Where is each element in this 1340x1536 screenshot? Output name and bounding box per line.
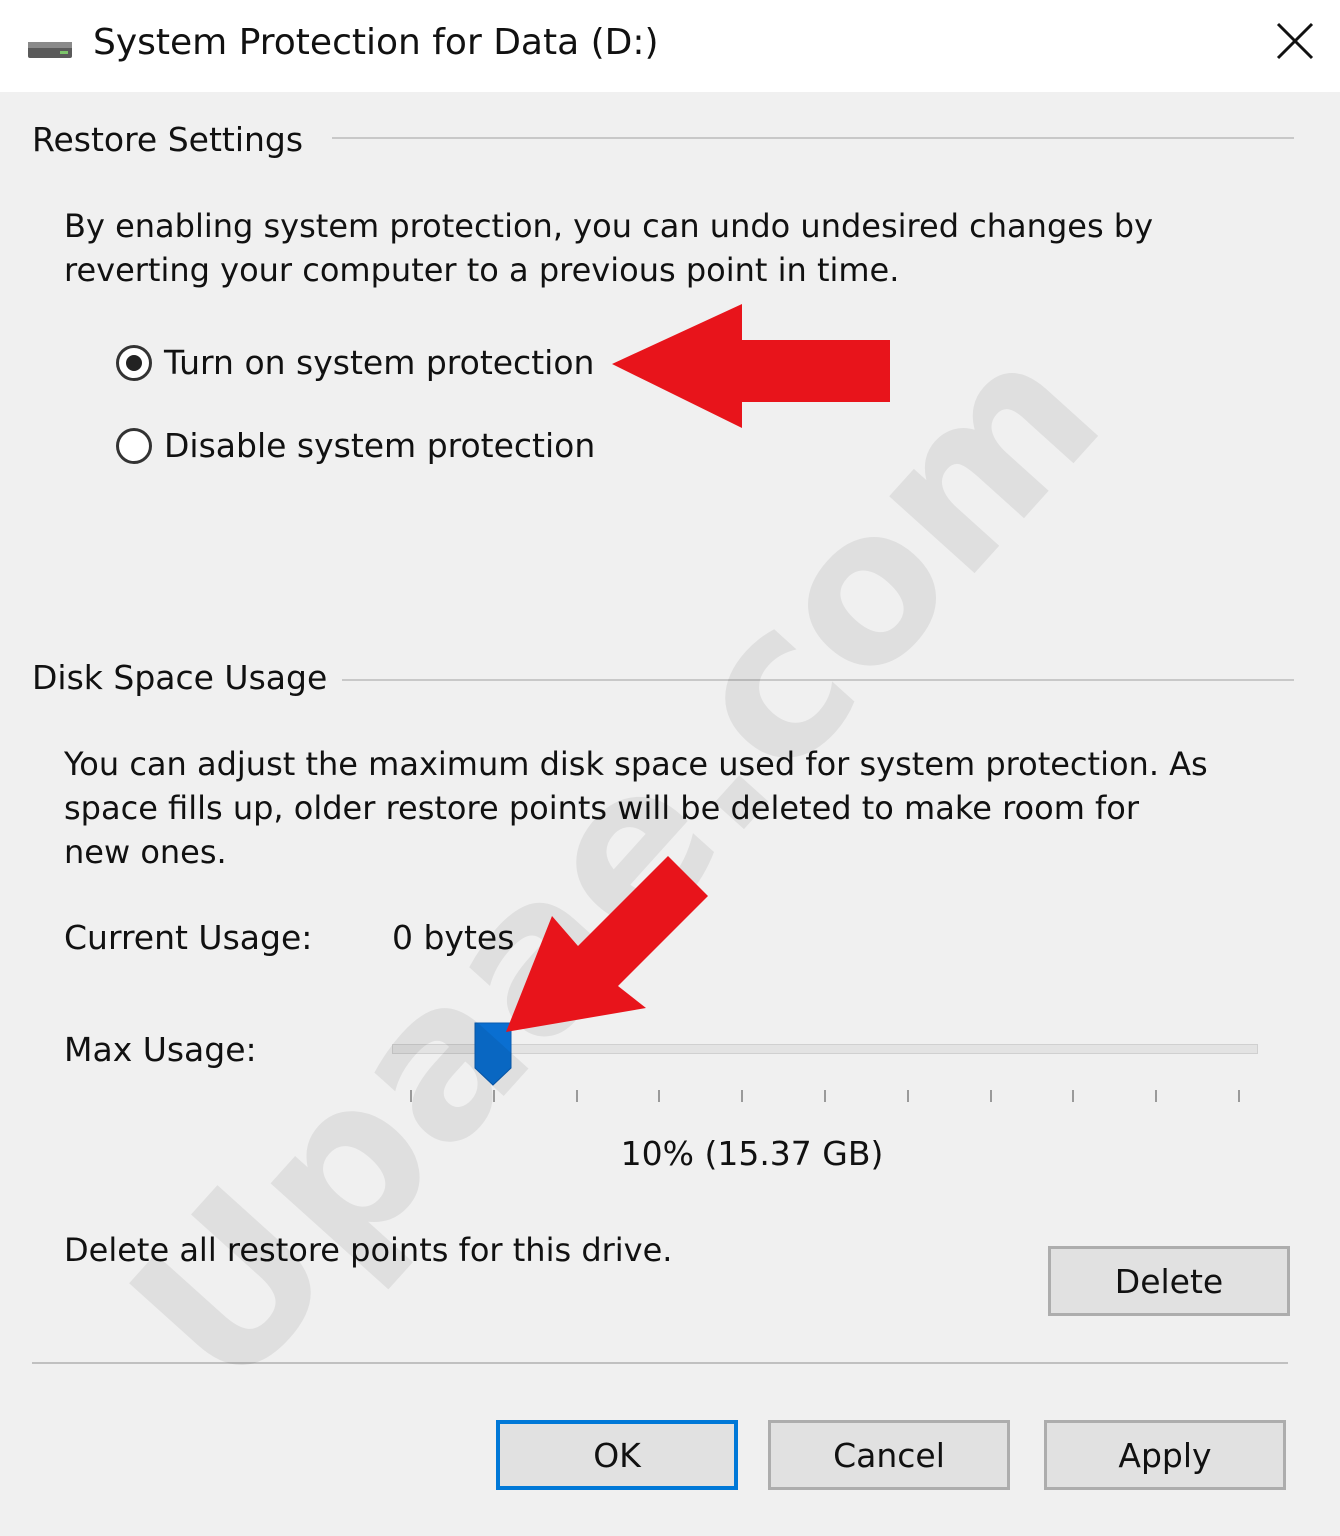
- slider-tick: [410, 1090, 412, 1102]
- restore-settings-heading: Restore Settings: [32, 120, 304, 159]
- restore-settings-divider: [332, 137, 1294, 139]
- current-usage-label: Current Usage:: [64, 918, 313, 957]
- delete-button[interactable]: Delete: [1048, 1246, 1290, 1316]
- slider-tick: [741, 1090, 744, 1102]
- slider-tick: [1072, 1090, 1075, 1102]
- radio-label-turn-on: Turn on system protection: [164, 343, 595, 382]
- annotation-arrow-diagonal-icon: [506, 856, 708, 1032]
- slider-tick: [906, 1090, 909, 1102]
- radio-button-checked[interactable]: [116, 345, 152, 381]
- slider-tick: [658, 1090, 661, 1102]
- max-usage-value: 10% (15.37 GB): [620, 1134, 884, 1173]
- radio-turn-on-protection[interactable]: Turn on system protection: [116, 338, 594, 388]
- radio-label-disable: Disable system protection: [164, 426, 596, 465]
- cancel-button[interactable]: Cancel: [768, 1420, 1010, 1490]
- slider-tick: [1155, 1090, 1158, 1102]
- slider-track[interactable]: [392, 1044, 1258, 1054]
- title-bar: System Protection for Data (D:): [0, 0, 1340, 92]
- drive-icon: [26, 34, 74, 62]
- close-button[interactable]: [1254, 0, 1340, 86]
- window-title: System Protection for Data (D:): [93, 22, 659, 63]
- radio-disable-protection[interactable]: Disable system protection: [116, 421, 595, 471]
- slider-thumb[interactable]: [474, 1022, 512, 1086]
- disk-space-description: You can adjust the maximum disk space us…: [64, 745, 1208, 871]
- footer-separator: [32, 1362, 1288, 1364]
- radio-button-unchecked[interactable]: [116, 428, 152, 464]
- restore-settings-description: By enabling system protection, you can u…: [64, 207, 1154, 289]
- slider-ticks: [392, 1090, 1258, 1104]
- slider-tick: [1238, 1090, 1240, 1102]
- slider-tick: [575, 1090, 578, 1102]
- close-icon: [1276, 22, 1314, 60]
- system-protection-dialog: System Protection for Data (D:) Restore …: [0, 0, 1340, 1536]
- delete-restore-points-label: Delete all restore points for this drive…: [64, 1231, 673, 1269]
- slider-tick: [824, 1090, 826, 1102]
- disk-space-heading: Disk Space Usage: [32, 658, 328, 697]
- apply-button[interactable]: Apply: [1044, 1420, 1286, 1490]
- slider-tick: [989, 1090, 992, 1102]
- current-usage-value: 0 bytes: [392, 918, 515, 957]
- annotation-arrow-left-icon: [612, 304, 890, 428]
- slider-tick: [492, 1090, 495, 1102]
- max-usage-slider[interactable]: [392, 1020, 1258, 1090]
- ok-button[interactable]: OK: [496, 1420, 738, 1490]
- max-usage-label: Max Usage:: [64, 1030, 257, 1069]
- disk-space-divider: [342, 679, 1294, 681]
